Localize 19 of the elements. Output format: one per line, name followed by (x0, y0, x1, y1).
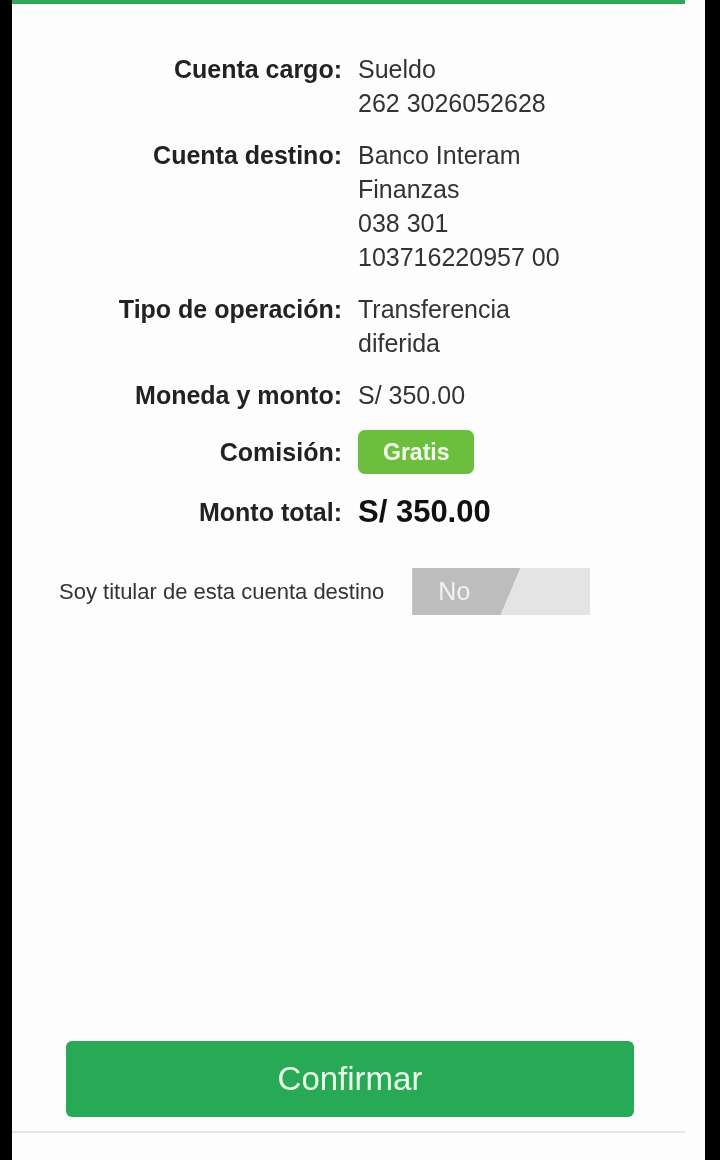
field-value: Sueldo (358, 54, 436, 85)
field-value: 262 3026052628 (358, 88, 546, 119)
confirm-button[interactable]: Confirmar (66, 1041, 634, 1117)
field-label: Cuenta destino: (152, 140, 342, 171)
field-value: Transferencia (358, 294, 510, 325)
field-label: Tipo de operación: (117, 294, 342, 325)
toggle-label: Soy titular de esta cuenta destino (59, 578, 385, 605)
field-label: Comisión: (218, 437, 342, 468)
field-value: Banco Interam (358, 140, 521, 171)
field-value: S/ 350.00 (358, 380, 466, 411)
field-label: Monto total: (198, 497, 342, 528)
field-label: Cuenta cargo: (172, 54, 342, 85)
fee-badge: Gratis (358, 430, 475, 474)
field-value: diferida (358, 328, 440, 359)
field-label: Moneda y monto: (134, 380, 342, 411)
total-amount: S/ 350.00 (358, 493, 491, 531)
field-value: Finanzas (358, 174, 460, 205)
field-value: 038 301 (358, 208, 449, 239)
field-value: 103716220957 00 (358, 242, 560, 273)
